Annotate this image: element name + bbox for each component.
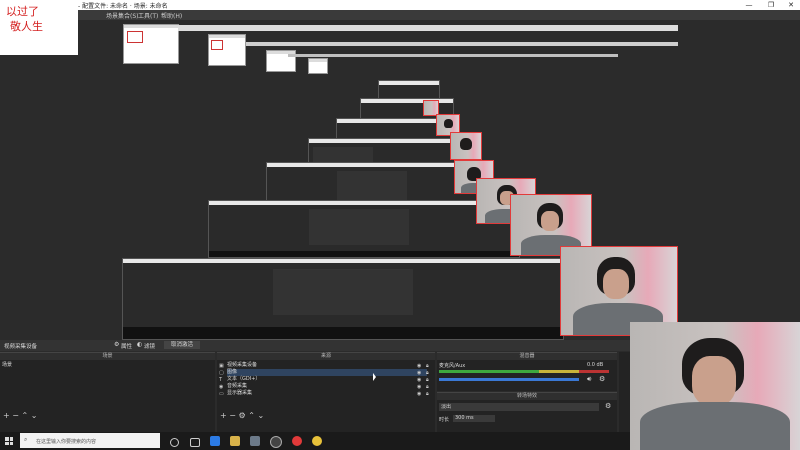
eye-icon[interactable]: ◉ ◉ ◉ ◉ ◉ — [417, 363, 421, 398]
audio-meter-yellow — [539, 370, 579, 373]
app-icon-yellow[interactable] — [312, 436, 322, 446]
source-item-video-capture[interactable]: 视频采集设备 — [227, 362, 427, 369]
add-icon[interactable]: + — [3, 411, 10, 420]
taskbar-search[interactable]: ⌕ 在这里输入你要搜索的内容 — [20, 433, 160, 448]
mixer-header: 混音器 — [437, 353, 617, 360]
deactivate-button[interactable]: 取消激活 — [164, 341, 200, 349]
lock-icon[interactable]: 🔒︎ 🔒︎ 🔒︎ 🔒︎ 🔒︎ — [426, 363, 429, 398]
source-toolbar: 视频采集设备 ⚙ 属性 ◐ 滤镜 取消激活 — [0, 340, 630, 351]
search-icon: ⌕ — [24, 436, 28, 443]
gear-icon[interactable]: ⚙ — [605, 402, 611, 410]
source-controls: + − ⚙ ⌃ ⌄ — [220, 411, 264, 420]
filter-icon[interactable]: ◐ — [137, 341, 142, 348]
scenes-panel: 场景 场景 + − ⌃ ⌄ — [0, 352, 215, 433]
window-titlebar: - 配置文件: 未命名 · 场景: 未命名 — ❐ ✕ — [0, 0, 800, 10]
source-item-image[interactable]: 图像 — [227, 369, 427, 376]
gear-icon[interactable]: ⚙ — [599, 375, 605, 383]
maximize-button[interactable]: ❐ — [764, 0, 778, 10]
window-title: - 配置文件: 未命名 · 场景: 未命名 — [78, 3, 168, 10]
minimize-button[interactable]: — — [742, 0, 756, 10]
close-button[interactable]: ✕ — [784, 0, 798, 10]
tunnel-layer — [208, 200, 520, 258]
mixer-panel: 混音器 麦克风/Aux 0.0 dB 🔊︎ ⚙ — [437, 352, 617, 391]
tunnel-strip — [288, 54, 618, 57]
logo-line-1: 以过了 — [6, 5, 39, 18]
menu-item-scene-collection[interactable]: 场景集合(S) — [106, 11, 139, 20]
duration-input[interactable]: 300 ms — [453, 415, 495, 422]
source-type-icons: ▣ ▢ T ◉ ▭ — [219, 363, 224, 397]
controls-panel — [619, 352, 630, 432]
transition-panel: 转场特效 淡出 ⚙ 时长 300 ms — [437, 392, 617, 433]
webcam-feed-nested — [450, 132, 482, 160]
gear-icon[interactable]: ⚙ — [114, 341, 119, 348]
menu-item-tools[interactable]: 工具(T) — [138, 11, 158, 20]
obs-icon[interactable] — [270, 436, 282, 448]
edge-browser-icon[interactable] — [210, 436, 220, 446]
remove-icon[interactable]: − — [12, 411, 19, 420]
mixer-db-value: 0.0 dB — [587, 362, 604, 368]
sources-header: 来源 — [217, 353, 435, 360]
scene-controls: + − ⌃ ⌄ — [3, 411, 37, 420]
preview-canvas[interactable] — [78, 20, 800, 340]
transition-select[interactable]: 淡出 — [439, 403, 599, 411]
app-icon[interactable] — [250, 436, 260, 446]
menu-bar: 场景集合(S) 工具(T) 帮助(H) — [78, 10, 800, 20]
tunnel-mini-window — [308, 58, 328, 74]
properties-button[interactable]: 属性 — [121, 342, 132, 350]
logo-line-2: 敬人生 — [10, 20, 43, 33]
volume-slider[interactable] — [439, 378, 579, 381]
sources-panel: 来源 视频采集设备 图像 文本（GDI+） 音频采集 显示器采集 ▣ ▢ T ◉ ▭ ◉… — [217, 352, 435, 433]
gear-icon[interactable]: ⚙ — [239, 411, 246, 420]
duration-label: 时长 — [439, 417, 450, 423]
chevron-up-icon[interactable]: ⌃ — [248, 411, 255, 420]
menu-item-help[interactable]: 帮助(H) — [161, 11, 182, 20]
taskbar-search-placeholder: 在这里输入你要搜索的内容 — [36, 439, 97, 445]
task-view-icon[interactable] — [190, 438, 200, 447]
logo-image: 以过了 敬人生 — [0, 0, 78, 55]
audio-meter-red — [579, 370, 609, 373]
chevron-down-icon[interactable]: ⌄ — [257, 411, 264, 420]
scene-item[interactable]: 场景 — [2, 362, 212, 369]
app-icon-red[interactable] — [292, 436, 302, 446]
windows-start-icon[interactable] — [5, 437, 13, 445]
source-item-display-capture[interactable]: 显示器采集 — [227, 390, 427, 397]
cortana-icon[interactable] — [170, 438, 179, 447]
remove-icon[interactable]: − — [229, 411, 236, 420]
mouse-cursor — [373, 373, 376, 381]
mixer-track-name: 麦克风/Aux — [439, 363, 466, 369]
chevron-down-icon[interactable]: ⌄ — [31, 411, 38, 420]
tunnel-mini-window — [123, 24, 179, 64]
source-item-audio-capture[interactable]: 音频采集 — [227, 383, 427, 390]
tunnel-layer — [122, 258, 564, 340]
webcam-feed — [630, 322, 800, 450]
filters-button[interactable]: 滤镜 — [144, 342, 155, 350]
tunnel-strip — [246, 42, 678, 46]
selected-source-name: 视频采集设备 — [4, 344, 38, 350]
chevron-up-icon[interactable]: ⌃ — [22, 411, 29, 420]
tunnel-mini-window — [208, 34, 246, 66]
transition-header: 转场特效 — [437, 393, 617, 400]
add-icon[interactable]: + — [220, 411, 227, 420]
scenes-header: 场景 — [0, 353, 215, 360]
file-explorer-icon[interactable] — [230, 436, 240, 446]
speaker-icon[interactable]: 🔊︎ — [587, 375, 591, 384]
audio-meter-green — [439, 370, 539, 373]
tunnel-strip — [178, 25, 678, 31]
source-item-text[interactable]: 文本（GDI+） — [227, 376, 427, 383]
